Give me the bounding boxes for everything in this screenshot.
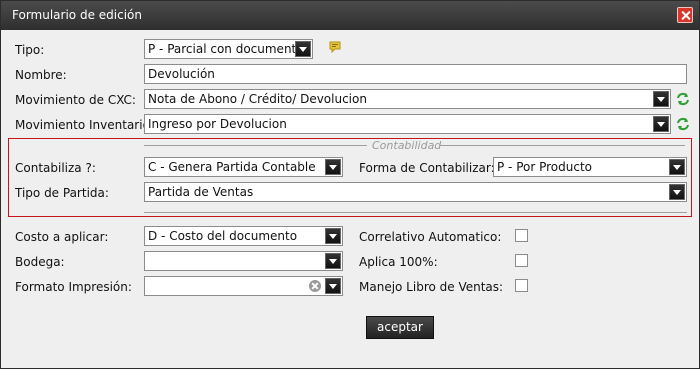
libro-ventas-checkbox[interactable]	[515, 279, 528, 292]
aplica100-checkbox[interactable]	[515, 254, 528, 267]
movimiento-inventario-label: Movimiento Inventario:	[15, 118, 154, 132]
nombre-input[interactable]: Devolución	[144, 64, 687, 84]
chevron-down-icon[interactable]	[669, 159, 685, 175]
chevron-down-icon[interactable]	[325, 278, 341, 294]
movimiento-inventario-select[interactable]: Ingreso por Devolucion	[144, 114, 671, 134]
close-icon[interactable]	[677, 7, 693, 23]
libro-ventas-label: Manejo Libro de Ventas:	[359, 280, 504, 294]
movimiento-cxc-select[interactable]: Nota de Abono / Crédito/ Devolucion	[144, 89, 671, 109]
chevron-down-icon[interactable]	[653, 116, 669, 132]
forma-contabilizar-select[interactable]: P - Por Producto	[493, 157, 687, 177]
bodega-label: Bodega:	[15, 255, 65, 269]
tipo-partida-value: Partida de Ventas	[148, 185, 254, 199]
chevron-down-icon[interactable]	[669, 184, 685, 200]
movimiento-cxc-value: Nota de Abono / Crédito/ Devolucion	[148, 92, 367, 106]
forma-contabilizar-value: P - Por Producto	[497, 160, 592, 174]
correlativo-label: Correlativo Automatico:	[359, 230, 502, 244]
contabiliza-label: Contabiliza ?:	[15, 161, 96, 175]
chevron-down-icon[interactable]	[653, 91, 669, 107]
chevron-down-icon[interactable]	[325, 228, 341, 244]
chevron-down-icon[interactable]	[295, 41, 311, 57]
legend-line-right	[440, 145, 685, 146]
contabiliza-value: C - Genera Partida Contable	[148, 160, 316, 174]
refresh-icon[interactable]	[675, 91, 691, 107]
movimiento-cxc-label: Movimiento de CXC:	[15, 93, 136, 107]
correlativo-checkbox[interactable]	[515, 229, 528, 242]
tipo-partida-select[interactable]: Partida de Ventas	[144, 182, 687, 202]
costo-aplicar-value: D - Costo del documento	[148, 229, 298, 243]
contabiliza-select[interactable]: C - Genera Partida Contable	[144, 157, 343, 177]
contabilidad-group	[8, 138, 692, 217]
nombre-input-value: Devolución	[148, 67, 215, 81]
costo-aplicar-label: Costo a aplicar:	[15, 230, 109, 244]
formato-impresion-label: Formato Impresión:	[15, 280, 132, 294]
bodega-select[interactable]	[144, 251, 343, 271]
costo-aplicar-select[interactable]: D - Costo del documento	[144, 226, 343, 246]
accept-button[interactable]: aceptar	[366, 316, 434, 339]
nombre-label: Nombre:	[15, 68, 67, 82]
aplica100-label: Aplica 100%:	[359, 255, 438, 269]
window-titlebar[interactable]: Formulario de edición	[1, 1, 699, 30]
chevron-down-icon[interactable]	[325, 253, 341, 269]
clear-icon[interactable]	[309, 280, 321, 292]
edit-form-dialog: Formulario de edición Tipo: P - Parcial …	[0, 0, 700, 369]
group-bottom-line	[144, 212, 687, 213]
chevron-down-icon[interactable]	[325, 159, 341, 175]
tipo-select[interactable]: P - Parcial con documento	[144, 39, 313, 59]
tipo-label: Tipo:	[15, 43, 45, 57]
forma-contabilizar-label: Forma de Contabilizar:	[359, 161, 495, 175]
movimiento-inventario-value: Ingreso por Devolucion	[148, 117, 287, 131]
window-title: Formulario de edición	[12, 8, 142, 22]
legend-line-left	[144, 145, 367, 146]
refresh-icon[interactable]	[675, 116, 691, 132]
contabilidad-legend: Contabilidad	[372, 139, 442, 152]
tipo-partida-label: Tipo de Partida:	[15, 186, 109, 200]
formato-impresion-select[interactable]	[144, 276, 343, 296]
tipo-select-value: P - Parcial con documento	[148, 42, 304, 56]
comment-icon[interactable]	[329, 41, 341, 53]
